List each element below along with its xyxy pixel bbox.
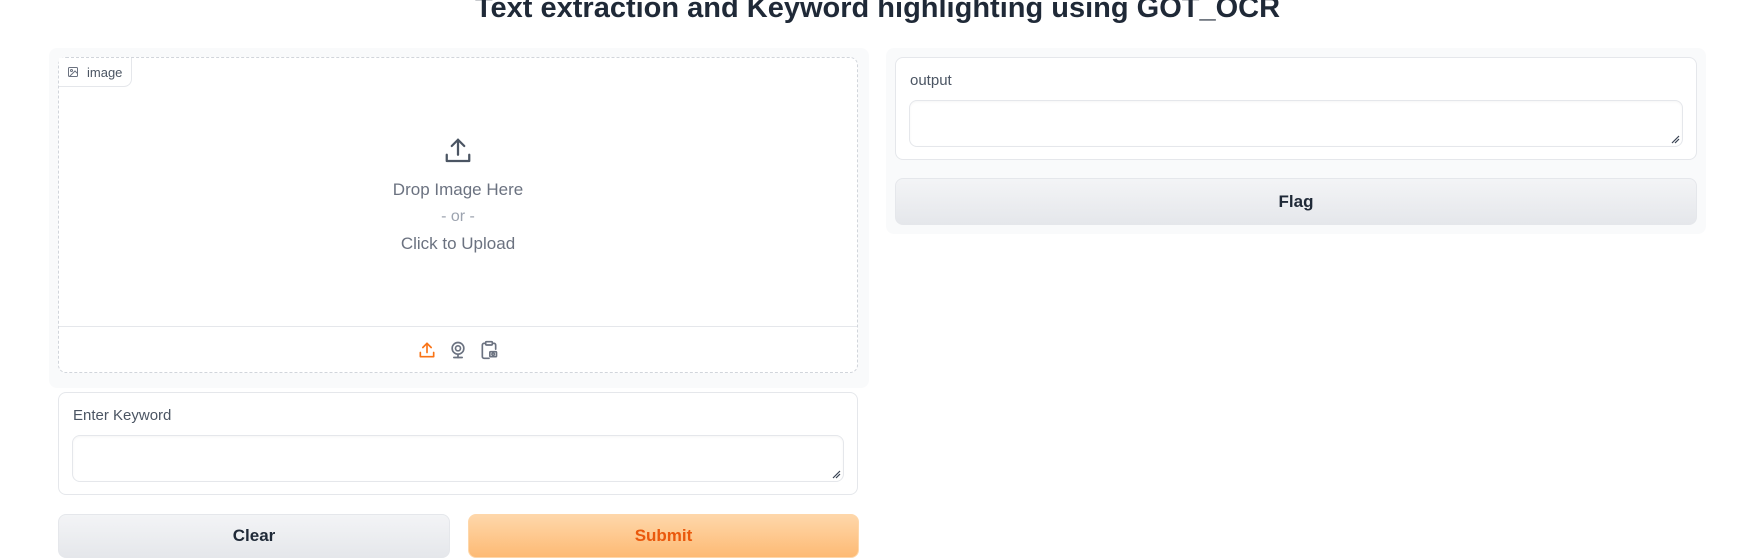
image-drop-zone[interactable]: Drop Image Here - or - Click to Upload [59, 58, 857, 328]
image-icon [68, 67, 78, 77]
drop-image-text: Drop Image Here [392, 179, 524, 199]
submit-button[interactable]: Submit [468, 514, 859, 558]
output-block: output [895, 57, 1697, 160]
image-label-tag: image [59, 58, 133, 87]
keyword-input[interactable] [72, 435, 844, 482]
upload-icon[interactable] [417, 340, 437, 360]
output-label: output [910, 72, 952, 89]
click-to-upload-text: Click to Upload [400, 233, 516, 253]
clear-button[interactable]: Clear [58, 514, 450, 558]
keyword-block: Enter Keyword [58, 392, 858, 495]
image-upload[interactable]: Drop Image Here - or - Click to Upload i… [58, 57, 858, 373]
page-title: Text extraction and Keyword highlighting… [474, 0, 1281, 24]
resize-grip-icon[interactable] [1670, 134, 1680, 144]
flag-button[interactable]: Flag [895, 178, 1697, 225]
webcam-icon[interactable] [448, 340, 468, 360]
or-text: - or - [441, 207, 475, 225]
image-source-toolbar [59, 326, 857, 372]
output-textbox[interactable] [909, 100, 1683, 147]
image-label: image [87, 64, 123, 80]
clipboard-icon[interactable] [479, 340, 499, 360]
keyword-label: Enter Keyword [73, 407, 172, 424]
upload-icon [445, 138, 471, 162]
resize-grip-icon[interactable] [831, 469, 841, 479]
